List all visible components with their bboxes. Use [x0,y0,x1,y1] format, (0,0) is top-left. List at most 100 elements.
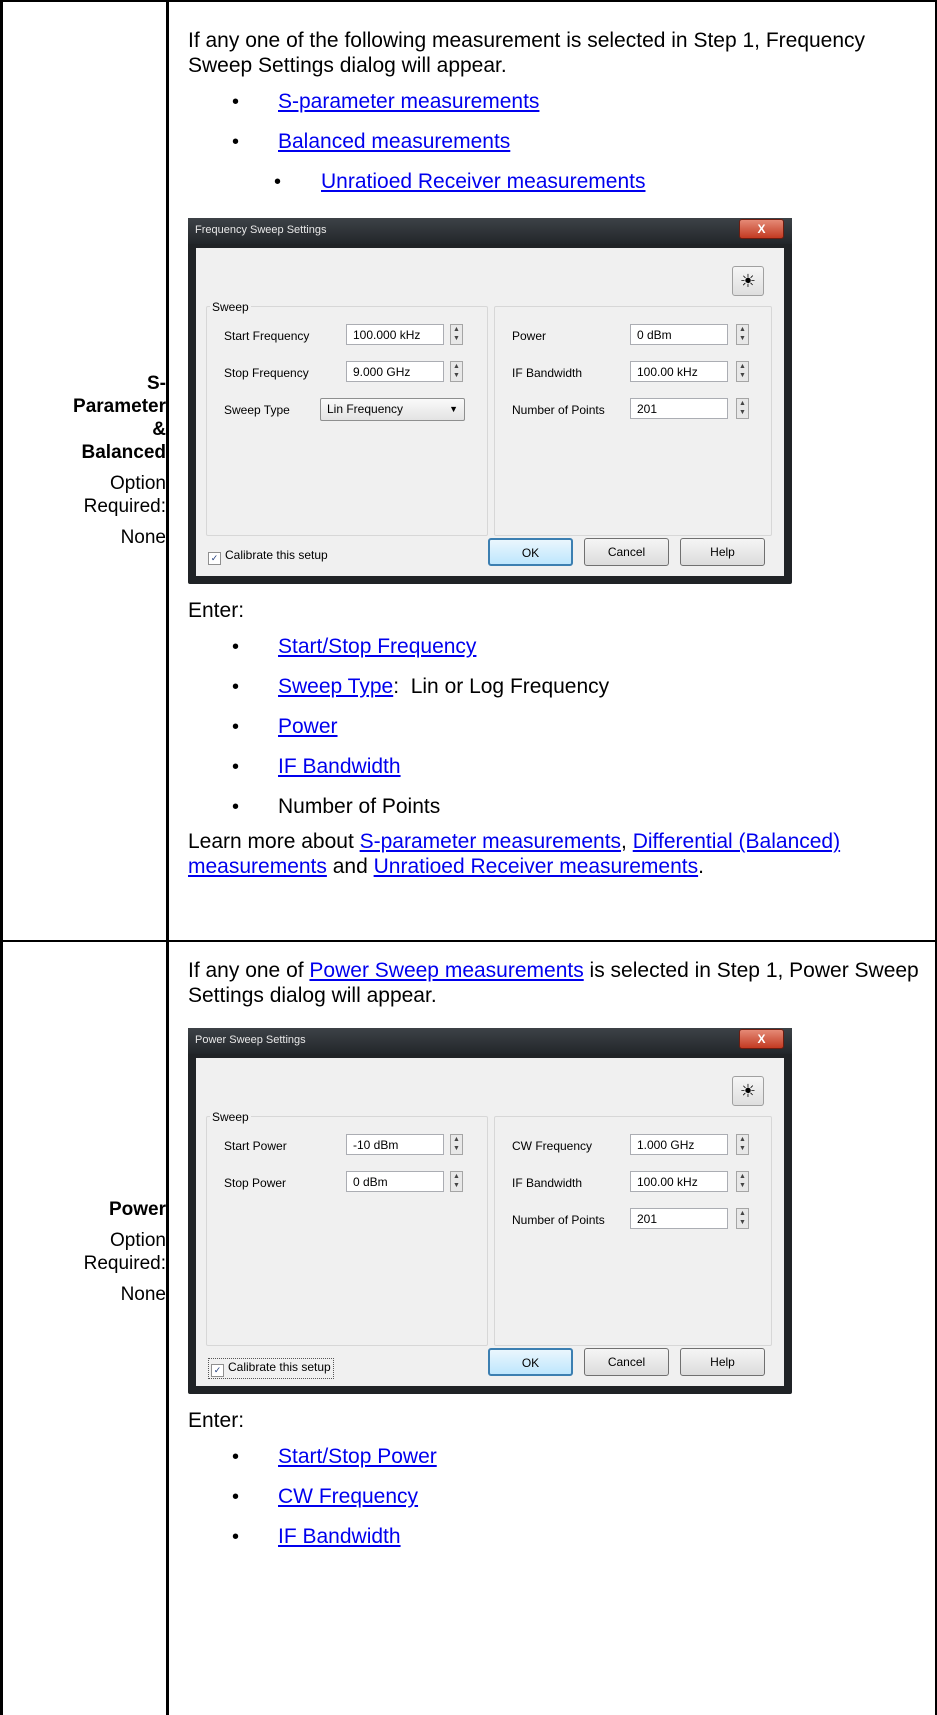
table-row-divider [0,940,937,942]
option-required-label: Option Required: [83,473,166,517]
if-bandwidth-link[interactable]: IF Bandwidth [278,1525,401,1548]
chevron-down-icon: ▼ [449,404,458,414]
start-power-label: Start Power [224,1139,287,1153]
calibrate-checkbox[interactable]: ✓ Calibrate this setup [208,548,328,565]
sweep-group-label: Sweep [210,300,251,314]
stop-frequency-spinner[interactable]: ▲ ▼ [450,361,463,382]
help-button[interactable]: Help [680,538,765,566]
close-button[interactable]: X [739,219,784,239]
number-of-points-field[interactable]: 201 [630,1208,728,1229]
list-item: Balanced measurements [188,122,923,162]
ok-button[interactable]: OK [488,538,573,566]
cw-frequency-spinner[interactable]: ▲ ▼ [736,1134,749,1155]
start-frequency-spinner[interactable]: ▲ ▼ [450,324,463,345]
row-title-line: & [152,419,166,440]
row-title-line: S- [147,373,166,394]
if-bandwidth-field[interactable]: 100.00 kHz [630,361,728,382]
unratioed-receiver-learn-link[interactable]: Unratioed Receiver measurements [374,855,698,878]
if-bandwidth-label: IF Bandwidth [512,366,583,380]
learn-more-prefix: Learn more about [188,830,360,853]
section1-content-top: If any one of the following measurement … [188,28,923,202]
sun-icon-button[interactable]: ☀ [732,266,764,296]
start-power-spinner[interactable]: ▲ ▼ [450,1134,463,1155]
number-of-points-spinner[interactable]: ▲ ▼ [736,398,749,419]
number-of-points-text: Number of Points [278,795,441,818]
if-bandwidth-spinner[interactable]: ▲ ▼ [736,361,749,382]
sparameter-learn-link[interactable]: S-parameter measurements [360,830,621,853]
close-button[interactable]: X [739,1029,784,1049]
if-bandwidth-label: IF Bandwidth [512,1176,583,1190]
learn-separator: , [621,830,633,853]
cw-frequency-link[interactable]: CW Frequency [278,1485,418,1508]
sparameter-measurements-link[interactable]: S-parameter measurements [278,90,539,113]
enter-list: Start/Stop Power CW Frequency IF Bandwid… [188,1437,923,1557]
sweep-type-description: : Lin or Log Frequency [393,675,610,698]
power-sweep-measurements-link[interactable]: Power Sweep measurements [309,959,583,982]
table-column-divider [166,0,169,1715]
start-stop-frequency-link[interactable]: Start/Stop Frequency [278,635,476,658]
list-item: Power [188,707,923,747]
dialog-titlebar: Frequency Sweep Settings X [188,218,792,244]
sun-icon-button[interactable]: ☀ [732,1076,764,1106]
row-title-line: Parameter [73,396,166,417]
list-item: CW Frequency [188,1477,923,1517]
if-bandwidth-spinner[interactable]: ▲ ▼ [736,1171,749,1192]
balanced-measurements-link[interactable]: Balanced measurements [278,130,510,153]
start-stop-power-link[interactable]: Start/Stop Power [278,1445,437,1468]
section2-content-top: If any one of Power Sweep measurements i… [188,958,923,1008]
number-of-points-label: Number of Points [512,1213,605,1227]
dialog-body: ☀ Sweep Start Frequency 100.000 kHz ▲ ▼ S… [196,248,784,576]
number-of-points-spinner[interactable]: ▲ ▼ [736,1208,749,1229]
if-bandwidth-field[interactable]: 100.00 kHz [630,1171,728,1192]
cw-frequency-label: CW Frequency [512,1139,593,1153]
section1-content-bottom: Enter: Start/Stop Frequency Sweep Type: … [188,598,923,879]
power-field[interactable]: 0 dBm [630,324,728,345]
frequency-sweep-dialog: Frequency Sweep Settings X ☀ Sweep Start… [188,218,792,584]
option-required-value: None [120,1284,166,1305]
start-power-field[interactable]: -10 dBm [346,1134,444,1155]
list-item: S-parameter measurements [188,82,923,122]
stop-power-label: Stop Power [224,1176,287,1190]
row-title-line: Balanced [81,442,166,463]
dialog-title: Power Sweep Settings [195,1034,306,1046]
stop-power-spinner[interactable]: ▲ ▼ [450,1171,463,1192]
stop-frequency-field[interactable]: 9.000 GHz [346,361,444,382]
cancel-button[interactable]: Cancel [584,538,669,566]
list-item: IF Bandwidth [188,1517,923,1557]
list-item: Start/Stop Power [188,1437,923,1477]
sweep-type-label: Sweep Type [224,403,290,417]
sweep-type-link[interactable]: Sweep Type [278,675,393,698]
sweep-type-value: Lin Frequency [327,402,404,416]
sweep-type-select[interactable]: Lin Frequency ▼ [320,398,465,421]
measurement-link-list: S-parameter measurements Balanced measur… [188,82,923,202]
start-frequency-field[interactable]: 100.000 kHz [346,324,444,345]
calibrate-checkbox[interactable]: ✓ Calibrate this setup [208,1358,334,1379]
option-required-value: None [120,527,166,548]
cw-frequency-field[interactable]: 1.000 GHz [630,1134,728,1155]
if-bandwidth-link[interactable]: IF Bandwidth [278,755,401,778]
checkmark-icon: ✓ [208,552,221,565]
section2-intro: If any one of Power Sweep measurements i… [188,958,923,1008]
option-required-label: Option Required: [83,1230,166,1274]
enter-label: Enter: [188,599,245,622]
calibrate-label: Calibrate this setup [228,1360,331,1374]
enter-label: Enter: [188,1409,245,1432]
help-button[interactable]: Help [680,1348,765,1376]
list-item: Sweep Type: Lin or Log Frequency [188,667,923,707]
ok-button[interactable]: OK [488,1348,573,1376]
checkmark-icon: ✓ [211,1364,224,1377]
power-spinner[interactable]: ▲ ▼ [736,324,749,345]
list-item: Unratioed Receiver measurements [188,162,923,202]
power-label: Power [512,329,547,343]
learn-more-paragraph: Learn more about S-parameter measurement… [188,829,923,879]
list-item: Start/Stop Frequency [188,627,923,667]
power-sweep-dialog: Power Sweep Settings X ☀ Sweep Start Pow… [188,1028,792,1394]
unratioed-receiver-link[interactable]: Unratioed Receiver measurements [321,170,645,193]
learn-suffix: . [698,855,704,878]
row-label-sparameter: S- Parameter & Balanced Option Required:… [3,372,166,549]
sweep-group-label: Sweep [210,1110,251,1124]
cancel-button[interactable]: Cancel [584,1348,669,1376]
power-link[interactable]: Power [278,715,338,738]
stop-power-field[interactable]: 0 dBm [346,1171,444,1192]
number-of-points-field[interactable]: 201 [630,398,728,419]
